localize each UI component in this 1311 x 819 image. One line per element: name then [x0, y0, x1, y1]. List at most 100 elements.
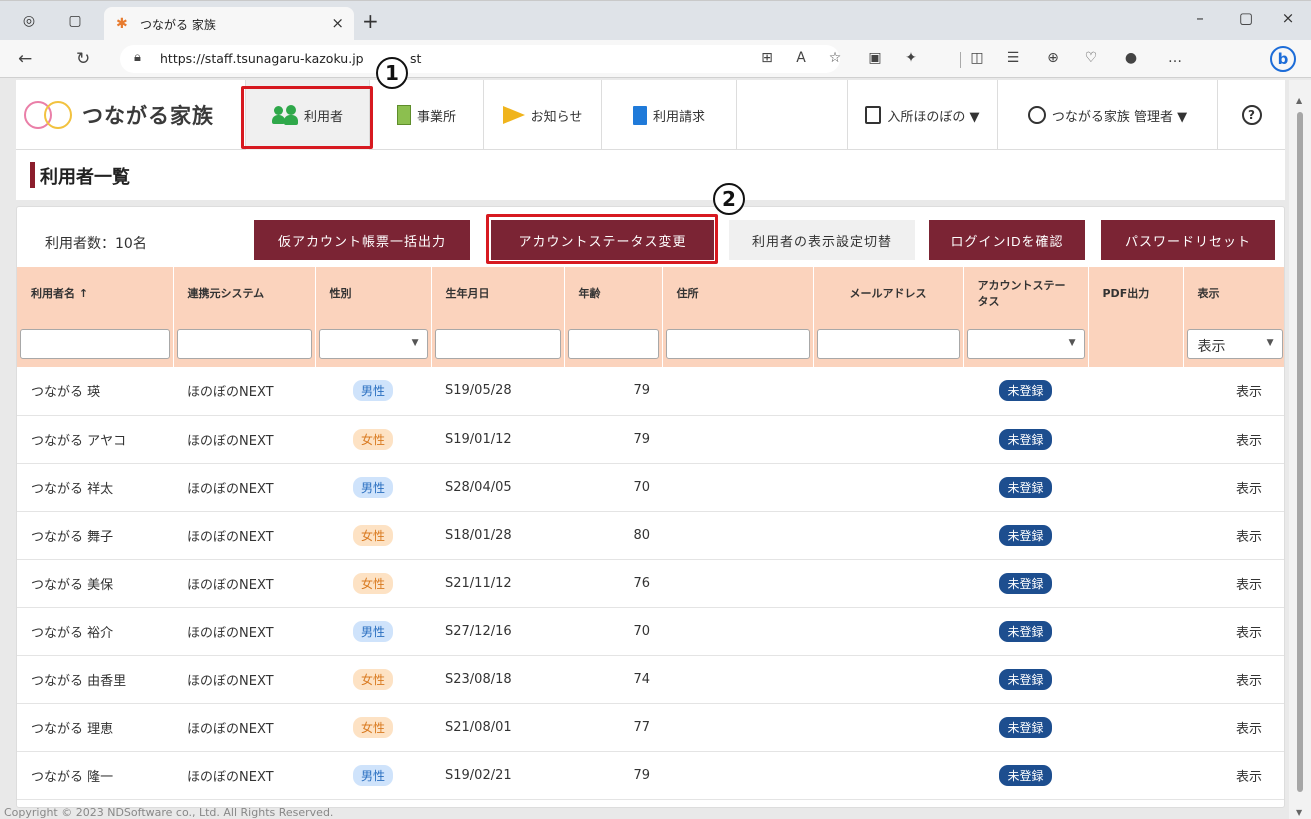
cell-display[interactable]: 表示: [1183, 511, 1284, 560]
app-available-icon[interactable]: ⊞: [758, 50, 776, 66]
cell-name[interactable]: つながる 理恵: [17, 703, 173, 752]
performance-icon[interactable]: ♡: [1082, 50, 1100, 66]
col-system[interactable]: 連携元システム: [173, 267, 316, 321]
display-setting-toggle-button[interactable]: 利用者の表示設定切替: [729, 220, 915, 260]
back-icon[interactable]: ←: [18, 49, 32, 69]
facility-icon: [865, 106, 882, 124]
filter-display-select[interactable]: 表示 ▼: [1186, 329, 1283, 359]
scrollbar-thumb[interactable]: [1297, 112, 1303, 792]
table-row[interactable]: つながる 隆一 ほのぼのNEXT 男性 S19/02/21 79 未登録 表示: [17, 751, 1284, 800]
filter-birth-input[interactable]: [434, 329, 561, 359]
cell-name[interactable]: つながる アヤコ: [17, 415, 173, 464]
scroll-up-icon[interactable]: ▲: [1296, 96, 1302, 105]
cell-system: ほのぼのNEXT: [173, 751, 315, 800]
cell-name[interactable]: つながる 瑛: [17, 367, 173, 416]
copilot-icon[interactable]: b: [1270, 46, 1296, 72]
temp-account-output-button[interactable]: 仮アカウント帳票一括出力: [254, 220, 470, 260]
favorites-list-icon[interactable]: ☰: [1004, 50, 1022, 66]
nav-offices[interactable]: 事業所: [369, 80, 483, 150]
cell-age: 74: [564, 655, 662, 704]
col-email[interactable]: メールアドレス: [813, 267, 964, 321]
more-menu-icon[interactable]: …: [1166, 50, 1184, 66]
tab-close-button[interactable]: ×: [331, 14, 344, 32]
table-row[interactable]: つながる 裕介 ほのぼのNEXT 男性 S27/12/16 70 未登録 表示: [17, 607, 1284, 656]
page-title: 利用者一覧: [40, 167, 130, 188]
cell-name[interactable]: つながる 祥太: [17, 463, 173, 512]
cell-display[interactable]: 表示: [1183, 415, 1284, 464]
filter-status-select[interactable]: ▼: [966, 329, 1085, 359]
read-aloud-icon[interactable]: A: [792, 50, 810, 66]
help-button[interactable]: ?: [1217, 80, 1285, 150]
cell-system: ほのぼのNEXT: [173, 607, 315, 656]
table-row[interactable]: つながる アヤコ ほのぼのNEXT 女性 S19/01/12 79 未登録 表示: [17, 415, 1284, 464]
app-logo[interactable]: つながる家族: [24, 99, 214, 131]
account-label: つながる家族 管理者 ▼: [1051, 109, 1188, 125]
cell-display[interactable]: 表示: [1183, 751, 1284, 800]
browser-tab[interactable]: ✱ つながる 家族 ×: [104, 7, 354, 41]
col-status[interactable]: アカウントステータス: [963, 267, 1089, 321]
col-pdf[interactable]: PDF出力: [1088, 267, 1184, 321]
cell-birth: S28/04/05: [431, 463, 564, 512]
col-display[interactable]: 表示: [1183, 267, 1284, 321]
cell-display[interactable]: 表示: [1183, 463, 1284, 512]
cell-status: 未登録: [963, 607, 1088, 656]
col-birth[interactable]: 生年月日: [431, 267, 565, 321]
page-scrollbar[interactable]: ▲ ▼: [1289, 80, 1311, 819]
table-row[interactable]: つながる 美保 ほのぼのNEXT 女性 S21/11/12 76 未登録 表示: [17, 559, 1284, 608]
nav-billing[interactable]: 利用請求: [601, 80, 737, 150]
table-row[interactable]: つながる 由香里 ほのぼのNEXT 女性 S23/08/18 74 未登録 表示: [17, 655, 1284, 704]
nav-notices[interactable]: お知らせ: [483, 80, 601, 150]
cell-name[interactable]: つながる 隆一: [17, 751, 173, 800]
split-screen-icon[interactable]: ◫: [968, 50, 986, 66]
account-dropdown[interactable]: つながる家族 管理者 ▼: [997, 80, 1217, 150]
facility-dropdown[interactable]: 入所ほのぼの ▼: [847, 80, 997, 150]
col-gender[interactable]: 性別: [315, 267, 432, 321]
url-field[interactable]: 🔒︎ https://staff.tsunagaru-kazoku.jp st: [120, 45, 840, 73]
tab-actions-icon[interactable]: ▢: [66, 12, 84, 30]
cell-address: [662, 703, 813, 752]
table-row[interactable]: つながる 瑛ほのぼのNEXT 男性 S19/05/28 79 未登録 表示: [17, 367, 1284, 416]
scroll-down-icon[interactable]: ▼: [1296, 808, 1302, 817]
table-row[interactable]: つながる 舞子 ほのぼのNEXT 女性 S18/01/28 80 未登録 表示: [17, 511, 1284, 560]
new-tab-button[interactable]: +: [362, 9, 379, 33]
cell-name[interactable]: つながる 由香里: [17, 655, 173, 704]
cell-display[interactable]: 表示: [1183, 559, 1284, 608]
filter-address-input[interactable]: [665, 329, 810, 359]
filter-gender-select[interactable]: ▼: [318, 329, 428, 359]
facility-label: 入所ほのぼの ▼: [887, 109, 980, 125]
cell-name[interactable]: つながる 美保: [17, 559, 173, 608]
password-reset-button[interactable]: パスワードリセット: [1101, 220, 1275, 260]
cell-age: 79: [564, 367, 662, 416]
filter-name-input[interactable]: [20, 329, 170, 359]
filter-system-input[interactable]: [176, 329, 312, 359]
cell-name[interactable]: つながる 舞子: [17, 511, 173, 560]
filter-age-input[interactable]: [567, 329, 659, 359]
cell-display[interactable]: 表示: [1183, 703, 1284, 752]
address-bar: ← ↻ 🔒︎ https://staff.tsunagaru-kazoku.jp…: [0, 40, 1311, 78]
cell-age: 76: [564, 559, 662, 608]
col-age[interactable]: 年齢: [564, 267, 663, 321]
maximize-button[interactable]: ▢: [1226, 9, 1266, 27]
cell-pdf: [1088, 559, 1183, 608]
table-row[interactable]: つながる 理恵 ほのぼのNEXT 女性 S21/08/01 77 未登録 表示: [17, 703, 1284, 752]
cell-display[interactable]: 表示: [1183, 607, 1284, 656]
table-row[interactable]: つながる 祥太 ほのぼのNEXT 男性 S28/04/05 70 未登録 表示: [17, 463, 1284, 512]
cell-display[interactable]: 表示: [1183, 367, 1284, 416]
cell-email: [813, 655, 963, 704]
extension-icon[interactable]: ▣: [866, 50, 884, 66]
cell-name[interactable]: つながる 裕介: [17, 607, 173, 656]
workspaces-icon[interactable]: ◎: [20, 12, 38, 30]
collections-icon[interactable]: ⊕: [1044, 50, 1062, 66]
cell-birth: S21/08/01: [431, 703, 564, 752]
filter-email-input[interactable]: [816, 329, 960, 359]
close-window-button[interactable]: ×: [1268, 9, 1308, 27]
check-login-id-button[interactable]: ログインIDを確認: [929, 220, 1085, 260]
col-name[interactable]: 利用者名 ↑: [17, 267, 174, 321]
refresh-icon[interactable]: ↻: [76, 49, 90, 69]
profile-icon[interactable]: ●: [1122, 50, 1140, 66]
col-address[interactable]: 住所: [662, 267, 814, 321]
minimize-button[interactable]: –: [1180, 9, 1220, 27]
favorite-star-icon[interactable]: ☆: [826, 50, 844, 66]
cell-display[interactable]: 表示: [1183, 655, 1284, 704]
extensions-puzzle-icon[interactable]: ✦: [902, 50, 920, 66]
